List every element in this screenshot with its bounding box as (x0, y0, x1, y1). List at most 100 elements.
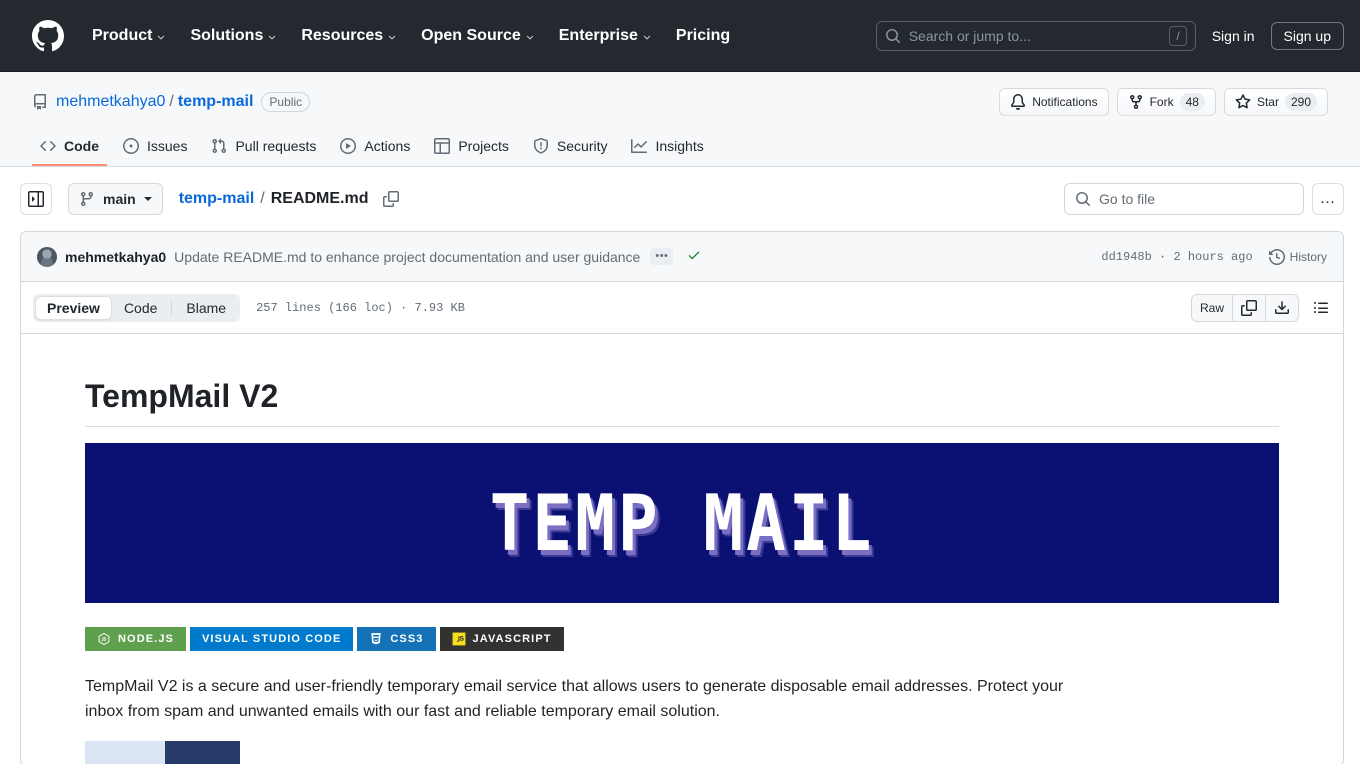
search-shortcut-badge: / (1169, 25, 1187, 46)
search-icon (885, 28, 901, 44)
breadcrumb-separator: / (260, 190, 265, 207)
css3-icon (371, 633, 382, 645)
repository-actions: Notifications Fork 48 Star 290 (999, 88, 1328, 116)
nav-item-label: Solutions (190, 26, 264, 44)
download-icon[interactable] (1266, 295, 1298, 321)
tab-label: Code (64, 138, 99, 154)
tab-label: Security (556, 138, 608, 154)
project-description: TempMail V2 is a secure and user-friendl… (85, 678, 1064, 720)
sidebar-expand-icon[interactable] (20, 183, 52, 215)
nav-item-solutions[interactable]: Solutions (178, 19, 289, 53)
check-icon[interactable] (687, 248, 701, 266)
tab-projects[interactable]: Projects (426, 130, 517, 166)
branch-selector[interactable]: main (68, 183, 163, 215)
copy-path-icon[interactable] (382, 191, 399, 207)
view-mode-code[interactable]: Code (112, 296, 169, 320)
nav-item-enterprise[interactable]: Enterprise (547, 19, 664, 53)
search-icon (1075, 191, 1091, 207)
issue-opened-icon (123, 138, 139, 154)
file-meta-text: 257 lines (166 loc) · 7.93 KB (256, 300, 465, 315)
commit-expand-button[interactable]: ••• (650, 248, 674, 265)
chevron-down-icon (143, 197, 152, 201)
view-mode-switcher: Preview Code Blame (33, 293, 241, 322)
bell-icon (1010, 94, 1026, 110)
file-toolbar-actions: Raw (1190, 293, 1335, 322)
repo-icon (32, 94, 48, 110)
tab-insights[interactable]: Insights (623, 130, 711, 166)
file-view-toolbar: Preview Code Blame 257 lines (166 loc) ·… (21, 282, 1343, 334)
tab-issues[interactable]: Issues (115, 130, 195, 166)
fork-icon (1128, 94, 1144, 110)
copy-icon[interactable] (1233, 294, 1266, 321)
raw-button[interactable]: Raw (1192, 294, 1233, 321)
notifications-button[interactable]: Notifications (999, 88, 1109, 116)
badge-javascript[interactable]: JAVASCRIPT (439, 627, 564, 651)
nav-item-resources[interactable]: Resources (289, 19, 409, 53)
star-button[interactable]: Star 290 (1223, 88, 1328, 116)
go-to-file-input[interactable]: Go to file (1064, 183, 1304, 215)
view-mode-blame[interactable]: Blame (174, 296, 238, 320)
badge-css3[interactable]: CSS3 (357, 627, 436, 651)
nav-item-product[interactable]: Product (80, 19, 178, 53)
badge-left-segment[interactable] (85, 740, 165, 764)
sign-up-button[interactable]: Sign up (1270, 21, 1344, 50)
history-link[interactable]: History (1268, 248, 1327, 265)
badge-visual-studio-code[interactable]: VISUAL STUDIO CODE (190, 627, 354, 651)
nav-item-label: Enterprise (558, 26, 638, 44)
badge-label: VISUAL STUDIO CODE (202, 633, 342, 645)
table-icon (434, 138, 451, 154)
avatar (37, 246, 57, 267)
project-banner-image: TEMP MAIL (85, 443, 1279, 603)
code-icon (40, 138, 56, 154)
star-label: Star (1256, 95, 1279, 109)
view-mode-preview[interactable]: Preview (35, 295, 112, 320)
git-pull-request-icon (211, 138, 227, 154)
tab-security[interactable]: Security (525, 130, 616, 166)
file-panel: mehmetkahya0 Update README.md to enhance… (20, 231, 1344, 764)
badge-nodejs[interactable]: NODE.JS (85, 627, 186, 651)
visibility-badge: Public (261, 92, 311, 112)
outline-list-icon[interactable] (1307, 295, 1335, 321)
nav-item-label: Open Source (421, 26, 521, 44)
raw-copy-download-group: Raw (1190, 293, 1299, 322)
breadcrumb-root[interactable]: temp-mail (179, 190, 255, 208)
file-nav-right: Go to file … (1064, 183, 1344, 215)
segment-divider (171, 299, 173, 316)
global-header-right: Search or jump to... / Sign in Sign up (875, 20, 1344, 51)
badge-right-segment[interactable] (165, 740, 240, 764)
javascript-icon (452, 632, 465, 646)
commit-meta: dd1948b · 2 hours ago History (1101, 248, 1327, 265)
fork-label: Fork (1149, 95, 1174, 109)
commit-message-link[interactable]: Update README.md to enhance project docu… (174, 249, 640, 265)
tab-actions[interactable]: Actions (332, 130, 418, 166)
banner-text: TEMP MAIL (489, 477, 875, 569)
fork-button[interactable]: Fork 48 (1116, 88, 1216, 116)
commit-relative-time: 2 hours ago (1173, 249, 1253, 264)
chevron-down-icon (156, 32, 166, 42)
github-mark-icon[interactable] (32, 19, 64, 52)
search-input[interactable]: Search or jump to... / (875, 20, 1196, 51)
repo-owner-link[interactable]: mehmetkahya0 (56, 93, 165, 111)
breadcrumb-current-file: README.md (270, 190, 369, 207)
tab-code[interactable]: Code (32, 130, 107, 166)
global-nav: Product Solutions Resources Open Source … (80, 19, 742, 53)
repo-name-link[interactable]: temp-mail (178, 93, 254, 111)
commit-sha-value: dd1948b (1101, 249, 1152, 264)
commit-author-link[interactable]: mehmetkahya0 (65, 249, 166, 265)
repository-title-row: mehmetkahya0 / temp-mail Public Notifica… (32, 88, 1328, 116)
commit-sha[interactable]: dd1948b · 2 hours ago (1101, 250, 1252, 264)
history-label: History (1289, 249, 1327, 264)
repository-path: mehmetkahya0 / temp-mail (56, 93, 253, 111)
git-branch-icon (79, 191, 95, 207)
shield-icon (533, 138, 549, 154)
nav-item-open-source[interactable]: Open Source (409, 19, 547, 53)
tab-label: Pull requests (235, 138, 317, 154)
more-options-button[interactable]: … (1312, 183, 1344, 215)
nav-item-pricing[interactable]: Pricing (664, 19, 742, 53)
file-navigation-row: main temp-mail / README.md Go to file … (0, 167, 1360, 231)
star-icon (1235, 94, 1251, 110)
sign-in-link[interactable]: Sign in (1212, 28, 1255, 44)
chevron-down-icon (387, 32, 397, 42)
search-placeholder: Search or jump to... (908, 27, 1031, 44)
tab-pull-requests[interactable]: Pull requests (203, 130, 324, 166)
